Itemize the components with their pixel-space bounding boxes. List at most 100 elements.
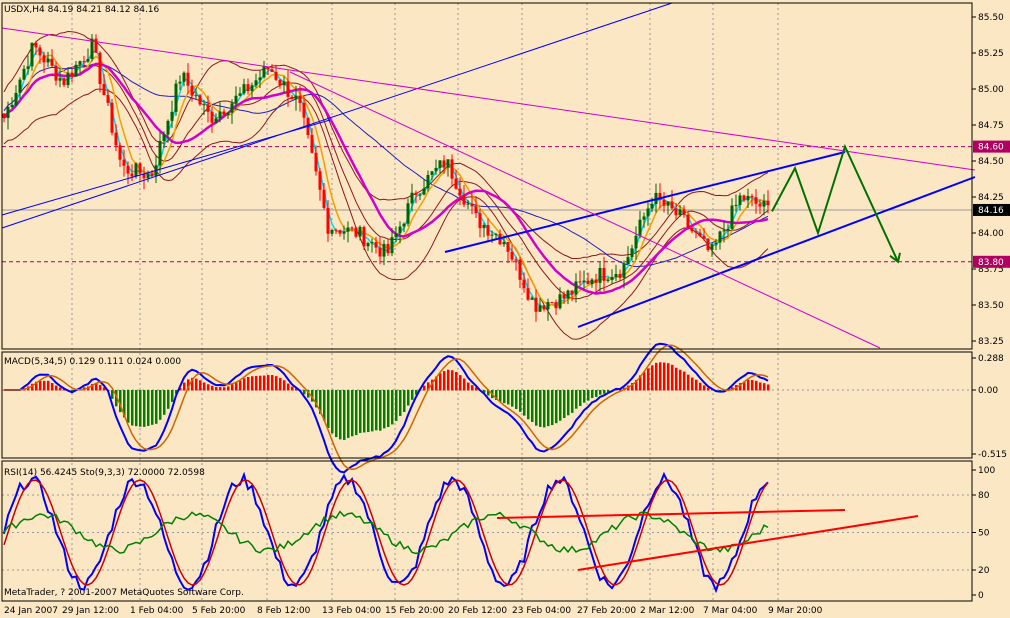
time-label: 24 Jan 2007 [4,606,58,616]
macd-bar [423,385,426,391]
candle-body [518,259,522,280]
macd-bar [663,362,666,391]
macd-bar [159,390,162,420]
macd-bar [55,385,58,391]
macd-bar [251,376,254,391]
time-label: 27 Feb 20:00 [577,606,636,616]
candle-body [594,279,598,283]
candle-body [250,85,254,92]
candle-body [278,79,282,86]
time-label: 15 Feb 20:00 [385,606,444,616]
candle-body [246,84,250,92]
candle-body [502,242,506,245]
candle-body [258,77,262,81]
candle-body [34,42,38,48]
macd-bar [355,390,358,436]
candle-body [494,233,498,235]
candle-body [282,81,286,86]
candle-body [390,237,394,254]
candle-body [386,243,390,254]
macd-bar [759,382,762,391]
macd-bar [223,387,226,391]
candle-body [438,160,442,168]
candle-body [534,297,538,312]
macd-bar [643,371,646,391]
candle-body [570,290,574,295]
candle-body [670,201,674,209]
macd-bar [463,378,466,391]
macd-bar [387,390,390,428]
macd-bar [763,383,766,391]
macd-bar [167,390,170,409]
candle-body [606,280,610,282]
candle-body [94,38,98,53]
candle-body [714,242,718,245]
time-label: 23 Feb 04:00 [512,606,571,616]
candle-body [702,236,706,239]
candle-body [210,111,214,123]
candle-body [14,92,18,105]
macd-bar [519,390,522,412]
candle-body [290,96,294,100]
candle-body [650,203,654,209]
candle-body [690,227,694,232]
candle-body [66,72,70,86]
candle-body [610,277,614,281]
candle-body [186,72,190,86]
candle-body [418,194,422,196]
macd-bar [279,377,282,391]
price-tick-label: 85.25 [978,49,1004,59]
macd-bar [447,369,450,391]
macd-bar [687,374,690,391]
time-label: 20 Feb 12:00 [448,606,507,616]
macd-bar [595,390,598,397]
candle-body [22,68,26,80]
macd-bar [359,390,362,433]
candle-body [538,305,542,312]
time-label: 29 Jan 12:00 [62,606,119,616]
macd-bar [155,390,158,424]
candle-body [214,118,218,123]
candle-body [202,104,206,106]
candle-body [70,72,74,77]
macd-bar [39,380,42,391]
macd-bar [243,378,246,391]
candle-body [10,104,14,107]
candle-body [638,219,642,236]
candle-body [526,288,530,300]
candle-body [58,78,62,81]
macd-bar [467,382,470,391]
candle-body [738,195,742,205]
candle-body [174,83,178,112]
candle-body [370,242,374,244]
chart-canvas[interactable]: USDX,H4 84.19 84.21 84.12 84.16 MetaTrad… [0,0,1010,618]
candle-body [230,103,234,113]
candle-body [294,95,298,100]
candle-body [218,111,222,119]
macd-bar [439,373,442,391]
price-tick-label: 85.00 [978,85,1004,95]
candle-body [254,80,258,86]
candle-body [362,226,366,247]
macd-bar [215,387,218,391]
candle-body [634,235,638,249]
candle-body [542,305,546,310]
candle-body [270,69,274,72]
candle-body [678,209,682,216]
macd-bar [263,375,266,391]
candle-body [466,203,470,205]
candle-body [462,195,466,205]
macd-bar [407,390,410,406]
candle-body [410,192,414,204]
macd-bar [43,380,46,391]
candle-body [102,83,106,96]
candle-body [442,160,446,168]
macd-bar [383,390,386,429]
macd-bar [695,379,698,391]
candle-body [138,163,142,174]
candle-body [2,113,6,118]
macd-bar [271,375,274,391]
macd-bar [647,368,650,391]
candle-body [298,95,302,103]
candle-body [470,203,474,207]
